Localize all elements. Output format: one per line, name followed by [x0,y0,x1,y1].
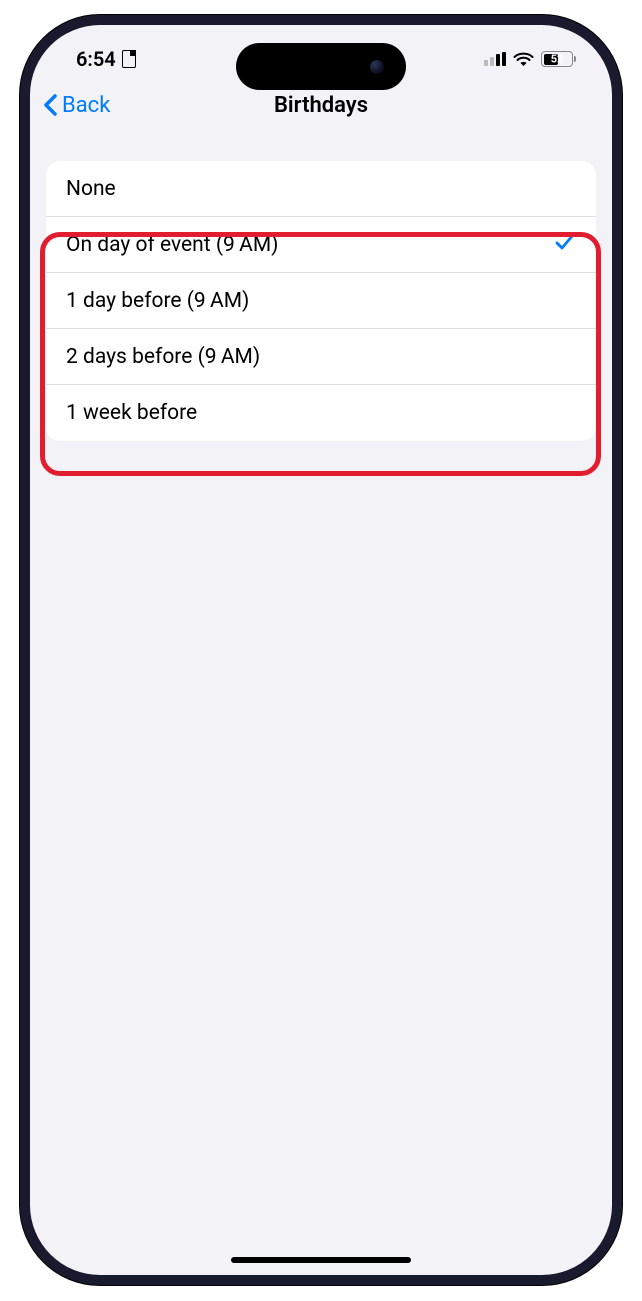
options-list: None On day of event (9 AM) 1 day before… [46,161,596,441]
option-1-week-before[interactable]: 1 week before [46,385,596,441]
back-label: Back [62,93,110,118]
option-label: 1 day before (9 AM) [66,289,249,313]
checkmark-icon [554,231,576,259]
option-label: On day of event (9 AM) [66,233,278,257]
battery-percent: 52 [551,53,564,66]
option-label: 1 week before [66,401,197,425]
option-on-day[interactable]: On day of event (9 AM) [46,217,596,273]
home-indicator[interactable] [231,1257,411,1263]
battery-icon: 52 [541,51,576,67]
front-camera [370,60,384,74]
option-none[interactable]: None [46,161,596,217]
chevron-left-icon [42,93,58,117]
sim-icon [122,50,136,68]
cellular-signal-icon [484,52,506,66]
back-button[interactable]: Back [42,93,110,118]
page-title: Birthdays [274,93,368,118]
screen: 6:54 [30,25,612,1275]
clock: 6:54 [76,47,116,71]
option-label: None [66,177,116,201]
option-1-day-before[interactable]: 1 day before (9 AM) [46,273,596,329]
phone-frame: 6:54 [20,15,622,1285]
option-2-days-before[interactable]: 2 days before (9 AM) [46,329,596,385]
dynamic-island [236,43,406,90]
content-area: None On day of event (9 AM) 1 day before… [30,131,612,441]
option-label: 2 days before (9 AM) [66,345,260,369]
wifi-icon [513,52,534,67]
